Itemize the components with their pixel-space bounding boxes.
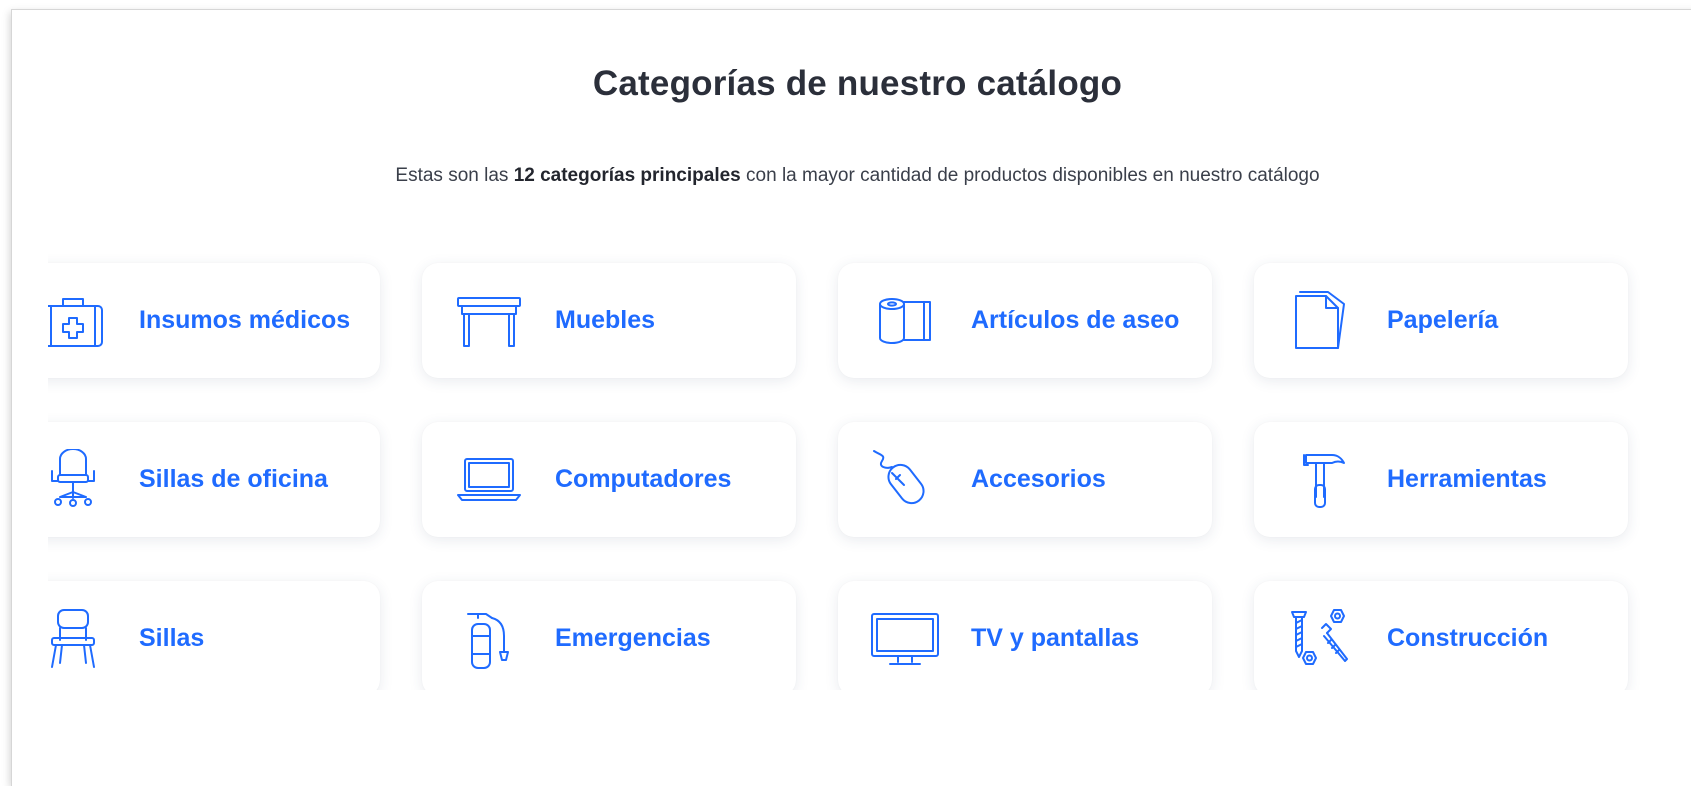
category-card-herramientas[interactable]: Herramientas — [1254, 422, 1628, 537]
category-label: Herramientas — [1387, 465, 1547, 493]
category-card-articulos-aseo[interactable]: Artículos de aseo — [838, 263, 1212, 378]
office-chair-icon — [48, 449, 108, 511]
subtitle-highlight: 12 categorías principales — [513, 165, 741, 186]
category-card-papeleria[interactable]: Papelería — [1254, 263, 1628, 378]
tv-icon — [870, 608, 940, 670]
screws-bolts-icon — [1286, 608, 1356, 670]
category-label: Artículos de aseo — [971, 306, 1180, 334]
table-icon — [454, 290, 524, 352]
category-label: Papelería — [1387, 306, 1499, 334]
category-card-muebles[interactable]: Muebles — [422, 263, 796, 378]
category-card-accesorios[interactable]: Accesorios — [838, 422, 1212, 537]
category-label: Sillas de oficina — [139, 465, 328, 493]
category-label: Computadores — [555, 465, 732, 493]
hammer-icon — [1286, 449, 1356, 511]
subtitle-text-start: Estas son las — [395, 165, 514, 186]
category-card-construccion[interactable]: Construcción — [1254, 581, 1628, 690]
category-label: Emergencias — [555, 624, 711, 652]
subtitle-text-end: con la mayor cantidad de productos dispo… — [740, 165, 1320, 186]
laptop-icon — [454, 449, 524, 511]
category-card-emergencias[interactable]: Emergencias — [422, 581, 796, 690]
mouse-icon — [870, 449, 940, 511]
category-card-tv-pantallas[interactable]: TV y pantallas — [838, 581, 1212, 690]
category-grid: Insumos médicos Muebles Artículos de ase… — [48, 240, 1674, 690]
category-label: TV y pantallas — [971, 624, 1140, 652]
page-title: Categorías de nuestro catálogo — [592, 64, 1123, 103]
category-label: Muebles — [555, 306, 656, 334]
fire-extinguisher-icon — [454, 608, 524, 670]
category-card-sillas[interactable]: Sillas — [48, 581, 380, 690]
category-label: Sillas — [139, 624, 205, 652]
category-card-insumos-medicos[interactable]: Insumos médicos — [48, 263, 380, 378]
page-subtitle: Estas son las 12 categorías principales … — [12, 165, 1691, 187]
category-label: Construcción — [1387, 624, 1549, 652]
category-card-computadores[interactable]: Computadores — [422, 422, 796, 537]
category-card-sillas-oficina[interactable]: Sillas de oficina — [48, 422, 380, 537]
toilet-paper-icon — [870, 290, 940, 352]
category-label: Accesorios — [971, 465, 1106, 493]
category-label: Insumos médicos — [139, 306, 351, 334]
medical-kit-icon — [48, 290, 108, 352]
chair-icon — [48, 608, 108, 670]
paper-sheets-icon — [1286, 290, 1356, 352]
